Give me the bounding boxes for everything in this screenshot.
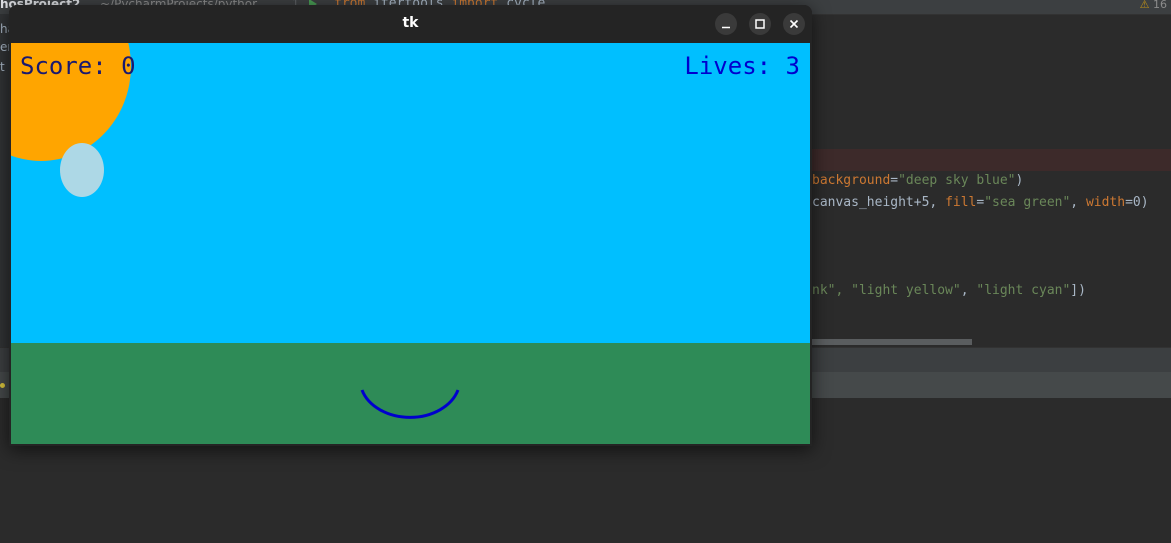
code-line: background="deep sky blue") xyxy=(812,173,1023,188)
code-text: 0) xyxy=(1132,195,1149,210)
minimize-button[interactable] xyxy=(715,13,737,35)
game-canvas[interactable]: Score: 0 Lives: 3 xyxy=(11,43,810,444)
code-text: ) xyxy=(1015,173,1024,188)
catcher-arc xyxy=(360,389,460,419)
maximize-icon xyxy=(755,19,765,29)
close-icon xyxy=(789,19,799,29)
scrollbar-thumb[interactable] xyxy=(812,339,972,345)
window-title: tk xyxy=(402,15,419,31)
falling-egg xyxy=(60,143,104,197)
maximize-button[interactable] xyxy=(749,13,771,35)
code-string: "light cyan" xyxy=(976,283,1071,298)
tk-window: tk Score: 0 Lives: 3 xyxy=(9,5,812,446)
error-highlight-line xyxy=(812,149,1171,171)
code-text: = xyxy=(890,173,899,188)
code-param: background xyxy=(812,173,891,188)
status-dot-icon xyxy=(0,383,5,388)
code-line: canvas_height+5, fill = "sea green", width… xyxy=(812,195,1149,210)
code-text: ]) xyxy=(1070,283,1086,298)
minimize-icon xyxy=(722,26,730,29)
code-string: "light yellow" xyxy=(851,283,961,298)
gutter-text: t xyxy=(0,60,5,74)
code-text: , xyxy=(960,283,977,298)
code-text: canvas_height+5, xyxy=(812,195,946,210)
score-label: Score: 0 xyxy=(20,52,136,80)
catcher-basket[interactable] xyxy=(359,385,463,433)
code-string: "sea green" xyxy=(984,195,1071,210)
sky xyxy=(11,43,810,343)
code-param: fill xyxy=(945,195,977,210)
code-text: , xyxy=(1070,195,1086,210)
close-button[interactable] xyxy=(783,13,805,35)
warning-count: 16 xyxy=(1153,0,1167,11)
warning-icon: ⚠ xyxy=(1139,0,1150,11)
code-string: nk", xyxy=(812,283,852,298)
code-line: nk", "light yellow", "light cyan"]) xyxy=(812,283,1086,298)
code-text: = xyxy=(1125,195,1133,210)
lives-label: Lives: 3 xyxy=(684,52,800,80)
code-param: width xyxy=(1085,195,1126,210)
window-titlebar[interactable]: tk xyxy=(9,5,812,43)
warning-indicator[interactable]: ⚠ 16 xyxy=(1140,0,1167,11)
code-string: "deep sky blue" xyxy=(898,173,1016,188)
